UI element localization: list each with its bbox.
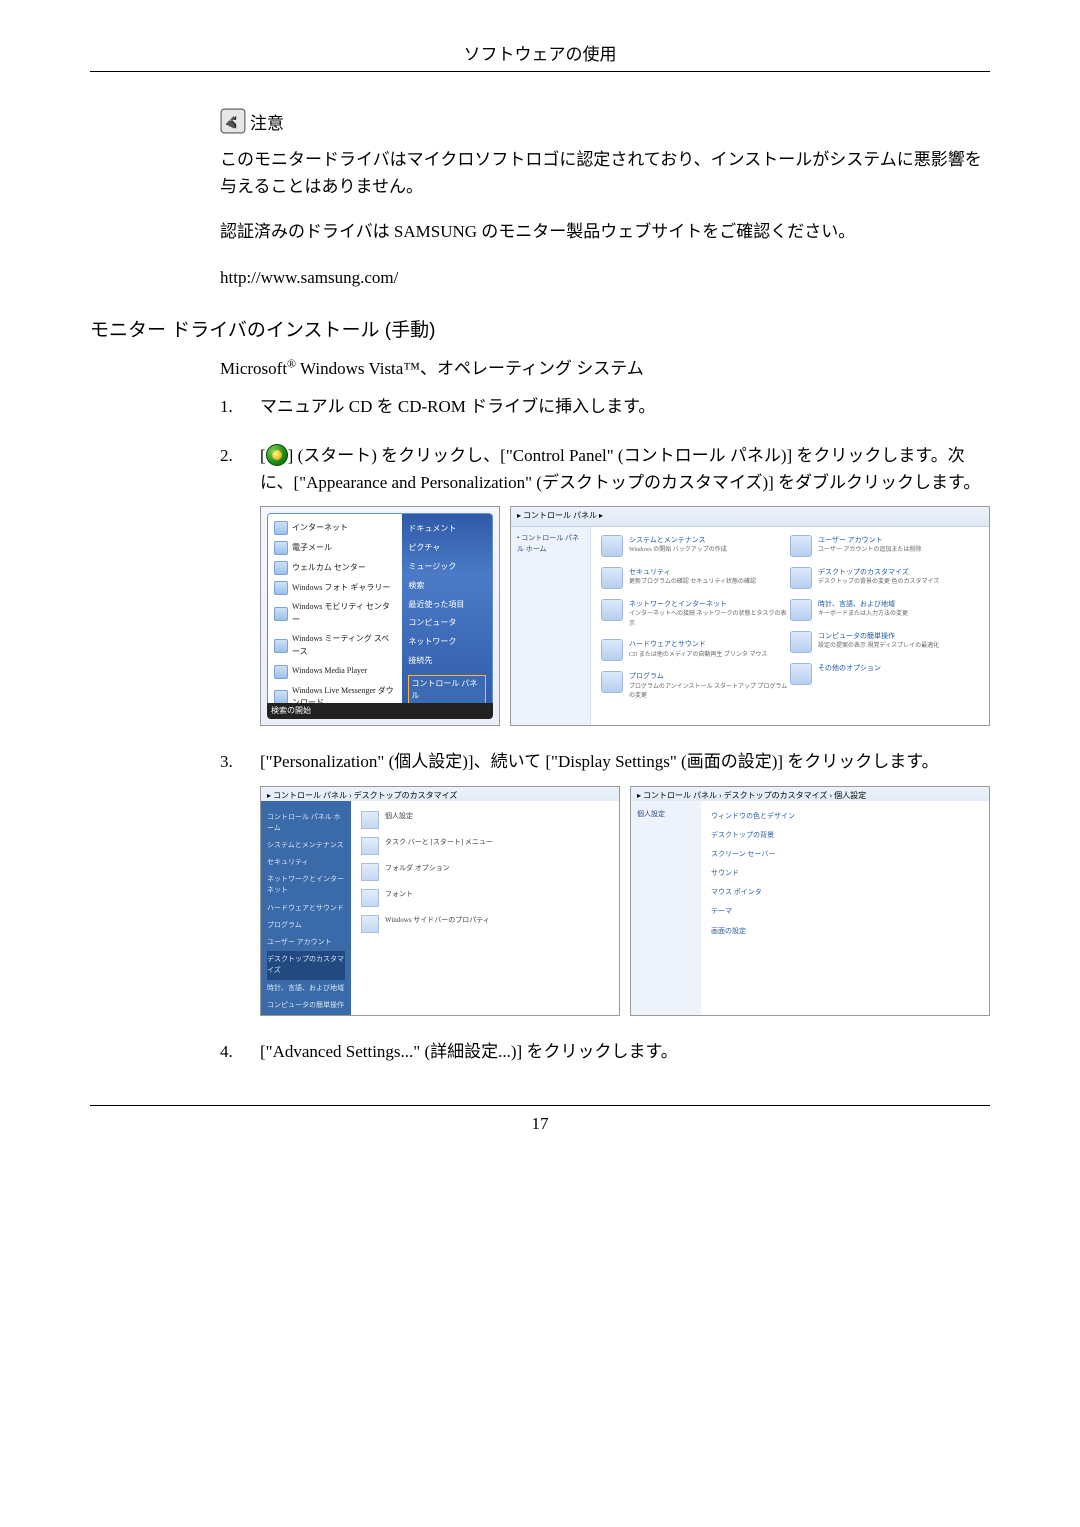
step-2: 2. [] (スタート) をクリックし、["Control Panel" (コン… <box>220 442 990 726</box>
note-icon <box>220 108 246 134</box>
note-text-2: 認証済みのドライバは SAMSUNG のモニター製品ウェブサイトをご確認ください… <box>220 218 990 245</box>
page-header: ソフトウェアの使用 <box>90 40 990 72</box>
step-4: 4. ["Advanced Settings..." (詳細設定...)] をク… <box>220 1038 990 1065</box>
step-3: 3. ["Personalization" (個人設定)]、続いて ["Disp… <box>220 748 990 1015</box>
note-block: 注意 このモニタードライバはマイクロソフトロゴに認定されており、インストールがシ… <box>220 108 990 291</box>
section-heading: モニター ドライバのインストール (手動) <box>90 315 990 342</box>
page-number: 17 <box>90 1105 990 1134</box>
screenshot-start-menu: インターネット 電子メール ウェルカム センター Windows フォト ギャラ… <box>260 506 500 726</box>
note-label: 注意 <box>250 109 284 134</box>
screenshot-personalization: ▸ コントロール パネル › デスクトップのカスタマイズ › 個人設定 個人設定… <box>630 786 990 1016</box>
note-text-1: このモニタードライバはマイクロソフトロゴに認定されており、インストールがシステム… <box>220 146 990 200</box>
screenshot-appearance-personalization: ▸ コントロール パネル › デスクトップのカスタマイズ コントロール パネル … <box>260 786 620 1016</box>
note-url: http://www.samsung.com/ <box>220 264 990 291</box>
step-1: 1. マニュアル CD を CD-ROM ドライブに挿入します。 <box>220 393 990 420</box>
section-intro: Microsoft® Windows Vista™、オペレーティング システム <box>220 354 990 379</box>
windows-start-icon <box>266 444 288 466</box>
screenshot-control-panel: ▸ コントロール パネル ▸ • コントロール パネル ホーム システムとメンテ… <box>510 506 990 726</box>
